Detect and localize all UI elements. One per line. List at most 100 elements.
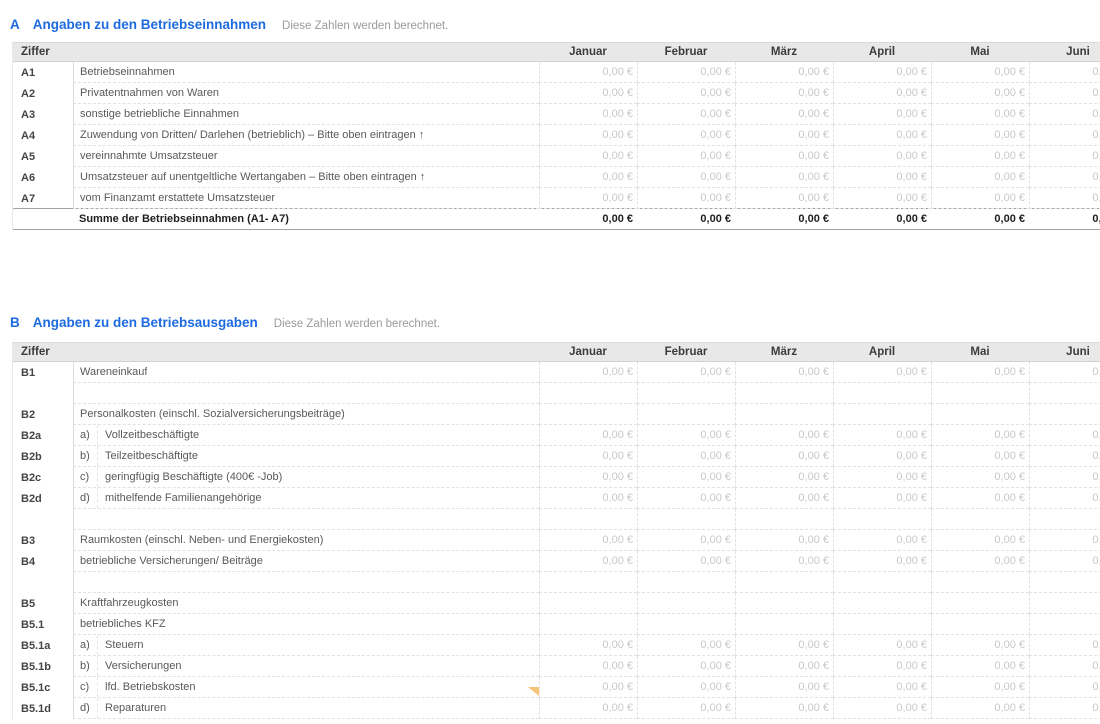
cell-value-B3-April[interactable]: 0,00 € <box>833 530 931 551</box>
column-header-month-4[interactable]: April <box>833 43 931 61</box>
cell-value-B5.1c-März[interactable]: 0,00 € <box>735 677 833 698</box>
cell-value-sum-Januar[interactable]: 0,00 € <box>539 209 637 229</box>
cell-value-B5.1c-Februar[interactable]: 0,00 € <box>637 677 735 698</box>
cell-value-A3-Februar[interactable]: 0,00 € <box>637 104 735 125</box>
column-header-month-1[interactable]: Januar <box>539 43 637 61</box>
cell-empty[interactable] <box>539 614 637 635</box>
row-code-cell[interactable]: B4 <box>13 551 73 572</box>
cell-value-A4-April[interactable]: 0,00 € <box>833 125 931 146</box>
cell-value-A7-Juni[interactable]: 0,00 € <box>1029 188 1100 209</box>
cell-value-B5.1b-März[interactable]: 0,00 € <box>735 656 833 677</box>
cell-value-A5-Januar[interactable]: 0,00 € <box>539 146 637 167</box>
cell-value-B2b-Juni[interactable]: 0,00 € <box>1029 446 1100 467</box>
row-code-cell[interactable]: B2b <box>13 446 73 467</box>
cell-value-sum-Juni[interactable]: 0,00 € <box>1029 209 1100 229</box>
row-code-cell[interactable]: A2 <box>13 83 73 104</box>
cell-value-A5-Februar[interactable]: 0,00 € <box>637 146 735 167</box>
cell-empty[interactable] <box>735 572 833 593</box>
cell-value-A4-Januar[interactable]: 0,00 € <box>539 125 637 146</box>
cell-value-A6-Mai[interactable]: 0,00 € <box>931 167 1029 188</box>
cell-value-B5.1d-Januar[interactable]: 0,00 € <box>539 698 637 719</box>
cell-value-A6-Juni[interactable]: 0,00 € <box>1029 167 1100 188</box>
cell-value-A7-April[interactable]: 0,00 € <box>833 188 931 209</box>
column-header-ziffer[interactable]: Ziffer <box>13 343 73 361</box>
row-description-cell[interactable]: Betriebseinnahmen <box>73 62 539 83</box>
cell-value-B1-Januar[interactable]: 0,00 € <box>539 362 637 383</box>
column-header-description[interactable] <box>73 343 539 361</box>
cell-value-A2-März[interactable]: 0,00 € <box>735 83 833 104</box>
cell-empty[interactable] <box>539 572 637 593</box>
cell-value-B4-Januar[interactable]: 0,00 € <box>539 551 637 572</box>
cell-value-sum-März[interactable]: 0,00 € <box>735 209 833 229</box>
cell-value-B2d-Mai[interactable]: 0,00 € <box>931 488 1029 509</box>
cell-value-A2-Juni[interactable]: 0,00 € <box>1029 83 1100 104</box>
column-header-month-5[interactable]: Mai <box>931 343 1029 361</box>
column-header-month-3[interactable]: März <box>735 343 833 361</box>
cell-value-B2c-April[interactable]: 0,00 € <box>833 467 931 488</box>
column-header-description[interactable] <box>73 43 539 61</box>
cell-value-A4-Februar[interactable]: 0,00 € <box>637 125 735 146</box>
row-code-cell[interactable]: A7 <box>13 188 73 209</box>
cell-value-B2c-Februar[interactable]: 0,00 € <box>637 467 735 488</box>
cell-empty[interactable] <box>637 614 735 635</box>
column-header-month-6[interactable]: Juni <box>1029 343 1100 361</box>
cell-value-A2-April[interactable]: 0,00 € <box>833 83 931 104</box>
cell-value-B2c-Mai[interactable]: 0,00 € <box>931 467 1029 488</box>
column-header-month-1[interactable]: Januar <box>539 343 637 361</box>
cell-value-A1-Januar[interactable]: 0,00 € <box>539 62 637 83</box>
cell-empty[interactable] <box>833 509 931 530</box>
cell-value-B2a-März[interactable]: 0,00 € <box>735 425 833 446</box>
cell-empty[interactable] <box>637 509 735 530</box>
row-description-cell[interactable]: Wareneinkauf <box>73 362 539 383</box>
cell-value-B2b-Mai[interactable]: 0,00 € <box>931 446 1029 467</box>
cell-empty[interactable] <box>931 383 1029 404</box>
row-code-cell[interactable] <box>13 383 73 404</box>
cell-value-B1-Februar[interactable]: 0,00 € <box>637 362 735 383</box>
cell-value-B2c-Januar[interactable]: 0,00 € <box>539 467 637 488</box>
cell-value-B5.1d-April[interactable]: 0,00 € <box>833 698 931 719</box>
cell-value-A1-April[interactable]: 0,00 € <box>833 62 931 83</box>
row-description-cell[interactable]: c)geringfügig Beschäftigte (400€ -Job) <box>73 467 539 488</box>
cell-empty[interactable] <box>931 614 1029 635</box>
row-code-cell[interactable]: A6 <box>13 167 73 188</box>
row-code-cell[interactable]: B2d <box>13 488 73 509</box>
cell-value-B4-April[interactable]: 0,00 € <box>833 551 931 572</box>
cell-empty[interactable] <box>1029 614 1100 635</box>
cell-value-A6-Januar[interactable]: 0,00 € <box>539 167 637 188</box>
cell-value-B5.1c-Januar[interactable]: 0,00 € <box>539 677 637 698</box>
cell-empty[interactable] <box>1029 593 1100 614</box>
column-header-month-6[interactable]: Juni <box>1029 43 1100 61</box>
cell-empty[interactable] <box>833 614 931 635</box>
cell-value-A7-Mai[interactable]: 0,00 € <box>931 188 1029 209</box>
column-header-month-2[interactable]: Februar <box>637 43 735 61</box>
column-header-ziffer[interactable]: Ziffer <box>13 43 73 61</box>
cell-value-A5-April[interactable]: 0,00 € <box>833 146 931 167</box>
row-code-cell[interactable]: A5 <box>13 146 73 167</box>
cell-value-B5.1a-Juni[interactable]: 0,00 € <box>1029 635 1100 656</box>
cell-empty[interactable] <box>931 404 1029 425</box>
cell-value-A6-Februar[interactable]: 0,00 € <box>637 167 735 188</box>
row-description-cell[interactable]: Summe der Betriebseinnahmen (A1- A7) <box>73 209 539 229</box>
cell-value-B2a-Februar[interactable]: 0,00 € <box>637 425 735 446</box>
row-description-cell[interactable]: d)Reparaturen <box>73 698 539 719</box>
cell-empty[interactable] <box>833 383 931 404</box>
row-code-cell[interactable] <box>13 572 73 593</box>
cell-empty[interactable] <box>931 509 1029 530</box>
row-description-cell[interactable]: c)lfd. Betriebskosten <box>73 677 539 698</box>
cell-value-B5.1c-Juni[interactable]: 0,00 € <box>1029 677 1100 698</box>
cell-value-A1-Februar[interactable]: 0,00 € <box>637 62 735 83</box>
cell-empty[interactable] <box>833 572 931 593</box>
row-code-cell[interactable]: A3 <box>13 104 73 125</box>
cell-empty[interactable] <box>735 404 833 425</box>
column-header-month-3[interactable]: März <box>735 43 833 61</box>
cell-empty[interactable] <box>637 404 735 425</box>
cell-value-B2c-Juni[interactable]: 0,00 € <box>1029 467 1100 488</box>
row-code-cell[interactable]: A1 <box>13 62 73 83</box>
row-code-cell[interactable]: A4 <box>13 125 73 146</box>
cell-empty[interactable] <box>637 572 735 593</box>
row-code-cell[interactable]: B5.1d <box>13 698 73 719</box>
column-header-month-2[interactable]: Februar <box>637 343 735 361</box>
cell-empty[interactable] <box>735 383 833 404</box>
row-code-cell[interactable]: B5.1b <box>13 656 73 677</box>
row-description-cell[interactable]: Personalkosten (einschl. Sozialversicher… <box>73 404 539 425</box>
